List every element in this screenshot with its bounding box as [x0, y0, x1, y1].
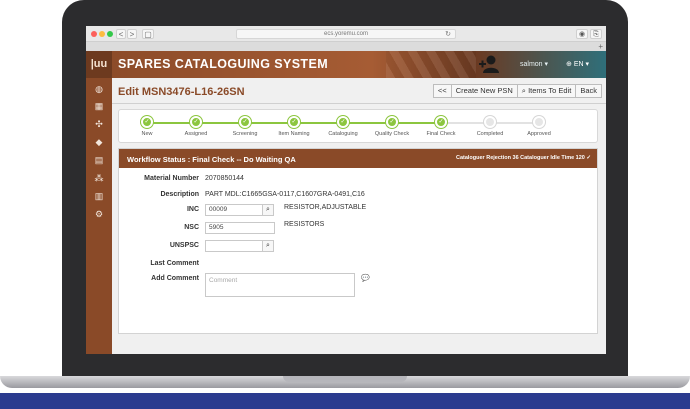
description-label: Description: [160, 191, 199, 198]
toolbar-buttons: << Create New PSN ⌕ Items To Edit Back: [432, 84, 602, 98]
last-comment-label: Last Comment: [150, 260, 199, 267]
panel-header: Workflow Status : Final Check -- Do Wait…: [119, 149, 597, 168]
new-tab-icon[interactable]: +: [598, 42, 603, 51]
browser-toolbar: < > ▢ ecs.yoremu.com ↻ ◉ ⎘: [86, 26, 606, 42]
check-icon: ✓: [337, 116, 349, 128]
pending-dot-icon: [533, 116, 545, 128]
check-icon: ✓: [190, 116, 202, 128]
inc-input[interactable]: 00009: [205, 204, 263, 216]
laptop-notch: [283, 376, 407, 382]
comment-textarea[interactable]: Comment: [205, 273, 355, 297]
inc-search-icon[interactable]: ⌕: [262, 204, 274, 216]
unspsc-search-icon[interactable]: ⌕: [262, 240, 274, 252]
reload-icon[interactable]: ↻: [445, 30, 451, 39]
maximize-window-button[interactable]: [107, 31, 113, 37]
check-icon: ✓: [435, 116, 447, 128]
screen: < > ▢ ecs.yoremu.com ↻ ◉ ⎘ + |uu SPARES …: [86, 26, 606, 354]
tags-icon[interactable]: ◆: [93, 136, 105, 148]
header-decoration: [386, 51, 476, 78]
items-to-edit-label: Items To Edit: [528, 86, 572, 95]
step-approved[interactable]: Approved: [509, 116, 569, 137]
cataloguer-stats: Cataloguer Rejection 36 Cataloguer Idle …: [455, 155, 591, 161]
folder-icon[interactable]: ▤: [93, 154, 105, 166]
main-content: Edit MSN3476-L16-26SN << Create New PSN …: [112, 78, 606, 354]
nsc-input[interactable]: 5905: [205, 222, 275, 234]
previous-button[interactable]: <<: [432, 84, 452, 98]
language-menu[interactable]: ⊕ EN ▾: [566, 60, 589, 68]
table-icon[interactable]: ▦: [93, 100, 105, 112]
workflow-stepper: ✓ New ✓ Assigned ✓ Screening ✓ Item Naming ✓…: [118, 109, 598, 143]
app-title: SPARES CATALOGUING SYSTEM: [118, 57, 329, 71]
user-add-icon[interactable]: [478, 54, 502, 74]
back-page-button[interactable]: Back: [575, 84, 602, 98]
blue-strip: [0, 393, 690, 409]
globe-icon: ⊕: [566, 61, 572, 68]
language-label: EN ▾: [573, 61, 590, 68]
create-new-psn-button[interactable]: Create New PSN: [450, 84, 518, 98]
check-icon: ✓: [141, 116, 153, 128]
share-icon[interactable]: ⎘: [590, 29, 602, 39]
comment-icon[interactable]: 💬: [361, 274, 370, 282]
workflow-panel: Workflow Status : Final Check -- Do Wait…: [118, 148, 598, 334]
tools-icon[interactable]: ✣: [93, 118, 105, 130]
dashboard-icon[interactable]: ◍: [93, 83, 105, 95]
pending-dot-icon: [484, 116, 496, 128]
close-window-button[interactable]: [91, 31, 97, 37]
inc-label: INC: [186, 206, 199, 213]
document-icon[interactable]: ▥: [93, 190, 105, 202]
sidebar: ◍ ▦ ✣ ◆ ▤ ⁂ ▥ ⚙: [86, 78, 112, 354]
check-icon: ✓: [288, 116, 300, 128]
inc-description: RESISTOR,ADJUSTABLE: [284, 204, 367, 211]
material-number-value: 2070850144: [205, 175, 244, 182]
tab-strip: +: [86, 42, 606, 51]
unspsc-input[interactable]: [205, 240, 263, 252]
minimize-window-button[interactable]: [99, 31, 105, 37]
divider: [112, 103, 606, 104]
app-logo[interactable]: |uu: [86, 51, 112, 78]
add-comment-label: Add Comment: [151, 275, 199, 282]
back-button[interactable]: <: [116, 29, 126, 39]
workflow-status: Workflow Status : Final Check -- Do Wait…: [127, 155, 296, 164]
user-menu[interactable]: salmon ▾: [520, 60, 548, 68]
check-icon: ✓: [239, 116, 251, 128]
check-icon: ✓: [386, 116, 398, 128]
url-text: ecs.yoremu.com: [323, 31, 368, 37]
items-to-edit-button[interactable]: ⌕ Items To Edit: [516, 84, 577, 98]
org-chart-icon[interactable]: ⁂: [93, 172, 105, 184]
address-bar[interactable]: ecs.yoremu.com ↻: [236, 29, 456, 39]
nsc-label: NSC: [184, 224, 199, 231]
shield-icon[interactable]: ◉: [576, 29, 588, 39]
unspsc-label: UNSPSC: [169, 242, 199, 249]
forward-button[interactable]: >: [127, 29, 137, 39]
settings-icon[interactable]: ⚙: [93, 208, 105, 220]
page-title: Edit MSN3476-L16-26SN: [118, 86, 245, 98]
description-value: PART MDL:C1665GSA-0117,C1607GRA-0491,C16: [205, 191, 365, 198]
step-label: Approved: [527, 131, 551, 137]
sidebar-toggle-icon[interactable]: ▢: [142, 29, 154, 39]
material-number-label: Material Number: [144, 175, 199, 182]
nsc-description: RESISTORS: [284, 221, 325, 228]
